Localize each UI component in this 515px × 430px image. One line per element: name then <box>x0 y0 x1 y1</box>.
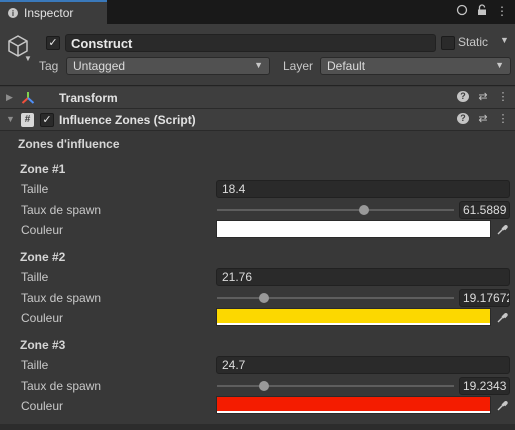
script-enabled-checkbox[interactable] <box>40 113 54 127</box>
component-actions: ? ⇄ ⋮ <box>457 112 509 125</box>
help-icon[interactable]: ? <box>457 90 469 103</box>
tab-actions: ⋮ <box>455 4 509 18</box>
zone-title: Zone #2 <box>20 250 66 264</box>
size-field[interactable]: 18.4 <box>216 180 510 198</box>
info-icon: i <box>8 8 18 18</box>
more-vert-icon[interactable]: ⋮ <box>497 90 509 103</box>
tab-inspector[interactable]: i Inspector <box>0 0 107 24</box>
tab-label: Inspector <box>24 6 74 20</box>
active-checkbox[interactable] <box>46 36 60 50</box>
size-field[interactable]: 21.76 <box>216 268 510 286</box>
more-vert-icon[interactable]: ⋮ <box>497 112 509 125</box>
static-dropdown-icon[interactable]: ▼ <box>500 35 509 45</box>
spawn-rate-field[interactable]: 61.5889 <box>459 201 510 219</box>
spawn-rate-label: Taux de spawn <box>21 379 102 393</box>
preset-icon[interactable]: ⇄ <box>477 112 489 125</box>
bottom-strip <box>0 424 515 430</box>
circle-icon[interactable] <box>455 4 469 18</box>
tag-dropdown[interactable]: Untagged ▼ <box>66 57 270 75</box>
spawn-rate-slider[interactable] <box>217 297 454 299</box>
color-field[interactable] <box>216 308 491 326</box>
color-label: Couleur <box>21 399 64 413</box>
size-field[interactable]: 24.7 <box>216 356 510 374</box>
slider-knob[interactable] <box>358 205 369 215</box>
preset-icon[interactable]: ⇄ <box>477 90 489 103</box>
spawn-rate-field[interactable]: 19.17672 <box>459 289 510 307</box>
alpha-bar <box>217 323 490 325</box>
spawn-rate-label: Taux de spawn <box>21 203 102 217</box>
transform-component-header[interactable]: ▶ Transform ? ⇄ ⋮ <box>0 87 515 109</box>
script-title: Influence Zones (Script) <box>59 113 196 127</box>
size-label: Taille <box>21 358 49 372</box>
layer-value: Default <box>327 59 366 73</box>
color-label: Couleur <box>21 223 64 237</box>
zones-section-label: Zones d'influence <box>18 137 120 151</box>
tag-label: Tag <box>39 59 59 73</box>
spawn-rate-slider[interactable] <box>217 385 454 387</box>
alpha-bar <box>217 411 490 413</box>
alpha-bar <box>217 235 490 237</box>
eyedropper-icon[interactable] <box>494 220 510 238</box>
transform-icon <box>21 92 35 104</box>
object-name-field[interactable]: Construct <box>65 34 436 52</box>
component-actions: ? ⇄ ⋮ <box>457 90 509 103</box>
help-icon[interactable]: ? <box>457 112 469 125</box>
transform-title: Transform <box>59 91 118 105</box>
color-label: Couleur <box>21 311 64 325</box>
static-label: Static <box>458 35 489 49</box>
eyedropper-icon[interactable] <box>494 396 510 414</box>
tab-bar: i Inspector ⋮ <box>0 0 515 24</box>
object-header: ▼ Construct Static ▼ Tag Untagged ▼ Laye… <box>0 24 515 86</box>
script-component-header[interactable]: ▼ # Influence Zones (Script) ? ⇄ ⋮ <box>0 109 515 131</box>
size-label: Taille <box>21 182 49 196</box>
slider-knob[interactable] <box>259 381 270 391</box>
size-label: Taille <box>21 270 49 284</box>
more-vert-icon[interactable]: ⋮ <box>495 4 509 18</box>
chevron-down-icon: ▼ <box>254 60 263 70</box>
static-checkbox[interactable] <box>441 36 455 50</box>
color-field[interactable] <box>216 396 491 414</box>
eyedropper-icon[interactable] <box>494 308 510 326</box>
fold-arrow-icon[interactable]: ▼ <box>6 114 15 124</box>
color-field[interactable] <box>216 220 491 238</box>
spawn-rate-label: Taux de spawn <box>21 291 102 305</box>
fold-arrow-icon[interactable]: ▶ <box>6 92 13 103</box>
chevron-down-icon: ▼ <box>495 60 504 70</box>
tag-value: Untagged <box>73 59 126 73</box>
spawn-rate-field[interactable]: 19.2343 <box>459 377 510 395</box>
layer-dropdown[interactable]: Default ▼ <box>320 57 511 75</box>
script-icon: # <box>21 113 34 127</box>
lock-icon[interactable] <box>475 4 489 18</box>
slider-knob[interactable] <box>259 293 270 303</box>
spawn-rate-slider[interactable] <box>217 209 454 211</box>
zone-title: Zone #3 <box>20 338 66 352</box>
zone-title: Zone #1 <box>20 162 66 176</box>
chevron-down-icon[interactable]: ▼ <box>24 54 32 63</box>
layer-label: Layer <box>283 59 314 73</box>
